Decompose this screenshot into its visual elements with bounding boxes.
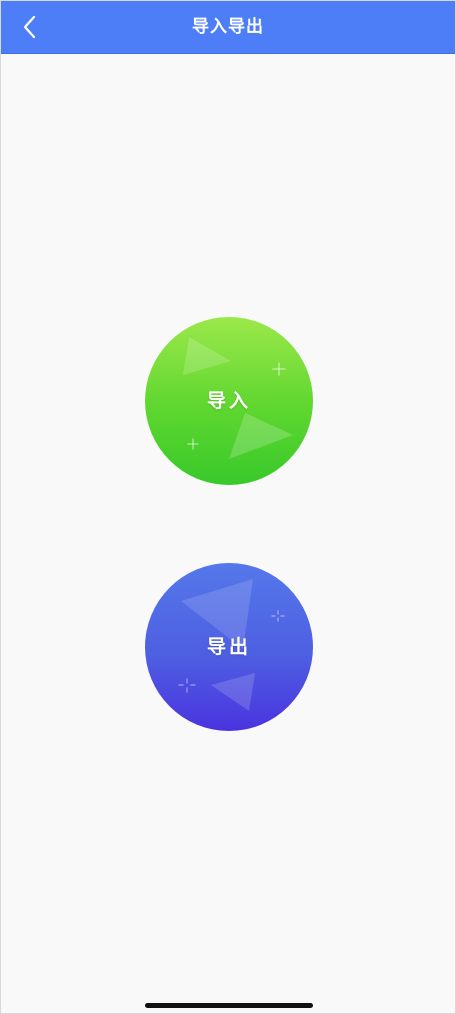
app-screen: 导入导出 导入 导出 — [0, 0, 456, 1014]
export-button[interactable]: 导出 — [145, 563, 313, 731]
export-label: 导出 — [206, 636, 251, 658]
home-indicator — [145, 1003, 313, 1008]
import-label: 导入 — [206, 390, 251, 412]
page-title: 导入导出 — [192, 17, 264, 37]
navigation-bar: 导入导出 — [1, 1, 455, 54]
import-button[interactable]: 导入 — [145, 317, 313, 485]
